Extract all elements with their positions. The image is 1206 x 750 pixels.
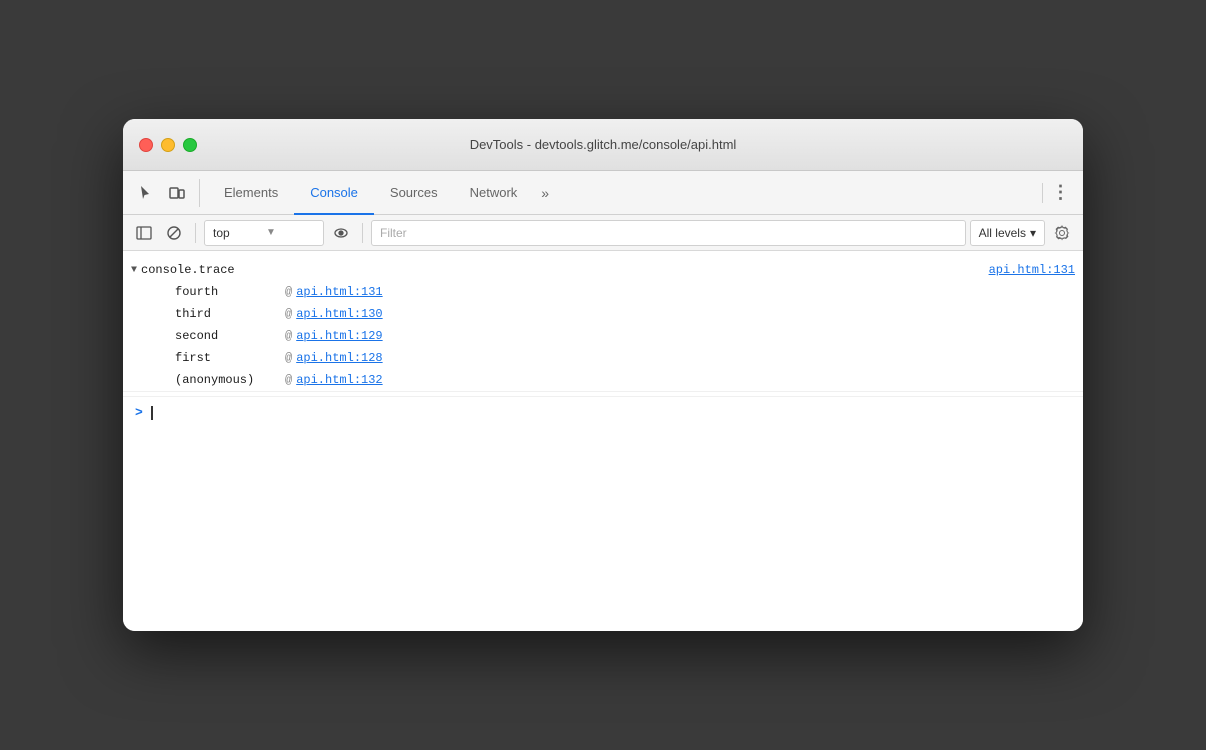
trace-item-fourth[interactable]: fourth @ api.html:131: [123, 281, 1083, 303]
context-selector[interactable]: top ▼: [204, 220, 324, 246]
toolbar-divider-2: [362, 223, 363, 243]
trace-item-at-1: @: [285, 307, 292, 321]
titlebar: DevTools - devtools.glitch.me/console/ap…: [123, 119, 1083, 171]
tab-console[interactable]: Console: [294, 171, 374, 215]
close-button[interactable]: [139, 138, 153, 152]
window-title: DevTools - devtools.glitch.me/console/ap…: [470, 137, 737, 152]
trace-item-link-first[interactable]: api.html:128: [296, 351, 382, 365]
trace-item-link-second[interactable]: api.html:129: [296, 329, 382, 343]
trace-item-second[interactable]: second @ api.html:129: [123, 325, 1083, 347]
toolbar-divider-1: [195, 223, 196, 243]
levels-chevron-icon: ▾: [1030, 226, 1036, 240]
more-tabs-button[interactable]: »: [533, 185, 557, 201]
device-toggle-button[interactable]: [163, 179, 191, 207]
minimize-button[interactable]: [161, 138, 175, 152]
console-prompt-symbol: >: [135, 405, 143, 420]
trace-function-name: console.trace: [141, 263, 989, 277]
devtools-menu-button[interactable]: ⋮: [1047, 179, 1075, 207]
trace-header[interactable]: ▼ console.trace api.html:131: [123, 259, 1083, 281]
tab-sources[interactable]: Sources: [374, 171, 454, 215]
sidebar-icon: [136, 225, 152, 241]
ban-icon: [166, 225, 182, 241]
tabbar-icons: [131, 179, 200, 207]
trace-toggle-icon: ▼: [131, 265, 137, 276]
console-toolbar: top ▼ All levels ▾: [123, 215, 1083, 251]
console-cursor: [151, 406, 153, 420]
trace-header-link[interactable]: api.html:131: [989, 263, 1075, 277]
cursor-icon: [137, 185, 153, 201]
tabbar: Elements Console Sources Network » ⋮: [123, 171, 1083, 215]
clear-console-button[interactable]: [161, 220, 187, 246]
trace-item-at-4: @: [285, 373, 292, 387]
trace-item-at-2: @: [285, 329, 292, 343]
trace-item-first[interactable]: first @ api.html:128: [123, 347, 1083, 369]
trace-item-name-anonymous: (anonymous): [175, 373, 285, 387]
trace-group: ▼ console.trace api.html:131 fourth @ ap…: [123, 259, 1083, 392]
trace-item-at-3: @: [285, 351, 292, 365]
trace-item-third[interactable]: third @ api.html:130: [123, 303, 1083, 325]
filter-input[interactable]: [371, 220, 966, 246]
tabbar-divider: [1042, 183, 1043, 203]
maximize-button[interactable]: [183, 138, 197, 152]
chevron-down-icon: ▼: [266, 227, 315, 238]
trace-item-at-0: @: [285, 285, 292, 299]
device-icon: [169, 185, 185, 201]
live-expressions-button[interactable]: [328, 220, 354, 246]
trace-item-link-anonymous[interactable]: api.html:132: [296, 373, 382, 387]
trace-item-link-fourth[interactable]: api.html:131: [296, 285, 382, 299]
trace-item-link-third[interactable]: api.html:130: [296, 307, 382, 321]
traffic-lights: [139, 138, 197, 152]
trace-item-name-fourth: fourth: [175, 285, 285, 299]
console-content: ▼ console.trace api.html:131 fourth @ ap…: [123, 251, 1083, 631]
trace-item-name-third: third: [175, 307, 285, 321]
gear-icon: [1054, 225, 1070, 241]
console-settings-button[interactable]: [1049, 220, 1075, 246]
console-input-area: >: [123, 396, 1083, 428]
inspect-element-button[interactable]: [131, 179, 159, 207]
tab-network[interactable]: Network: [454, 171, 534, 215]
trace-item-name-second: second: [175, 329, 285, 343]
tab-elements[interactable]: Elements: [208, 171, 294, 215]
log-levels-button[interactable]: All levels ▾: [970, 220, 1045, 246]
trace-item-anonymous[interactable]: (anonymous) @ api.html:132: [123, 369, 1083, 391]
devtools-window: DevTools - devtools.glitch.me/console/ap…: [123, 119, 1083, 631]
trace-item-name-first: first: [175, 351, 285, 365]
sidebar-toggle-button[interactable]: [131, 220, 157, 246]
eye-icon: [333, 225, 349, 241]
